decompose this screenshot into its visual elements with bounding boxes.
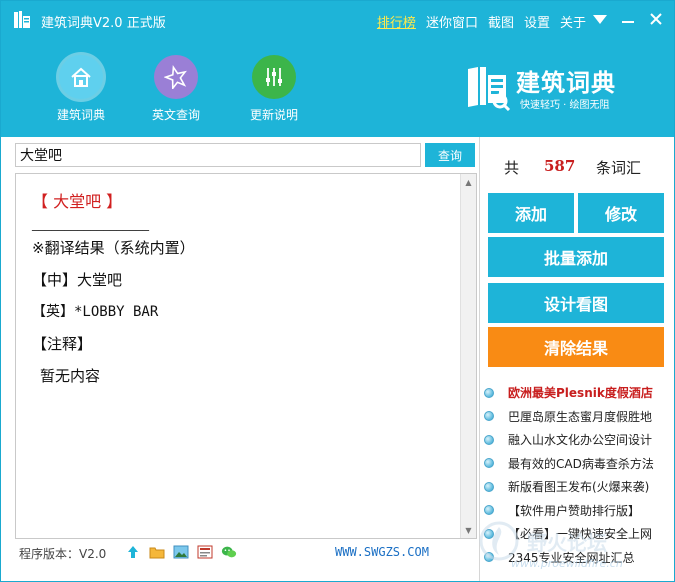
status-bar: 程序版本：V2.0 WWW.SWGZS.COM [15,542,477,564]
result-english-line: 【英】*LOBBY BAR [32,304,159,320]
about-link[interactable]: 关于 [560,12,586,31]
settings-link[interactable]: 设置 [524,12,550,31]
toolbar-dictionary-label: 建筑词典 [56,108,105,122]
window-controls [590,9,666,29]
result-note-label: 【注释】 [32,335,93,353]
title-links: 排行榜 迷你窗口 截图 设置 关于 [377,12,586,31]
version-label: 程序版本：V2.0 [19,547,107,561]
star-icon [154,55,198,99]
mini-window-link[interactable]: 迷你窗口 [426,12,478,31]
add-button[interactable]: 添加 [488,193,574,233]
right-panel: 共 587 条词汇 添加 修改 批量添加 设计看图 清除结果 欧洲最美Plesn… [479,137,674,581]
bullet-icon [484,387,494,398]
result-scrollbar[interactable]: ▲ ▼ [460,174,476,538]
bullet-icon [484,434,494,445]
promo-item[interactable]: 最有效的CAD病毒查杀方法 [484,452,674,476]
search-input[interactable] [15,143,421,167]
result-section-title: ※翻译结果（系统内置） [32,239,195,257]
bullet-icon [484,552,494,563]
edit-button[interactable]: 修改 [578,193,664,233]
bullet-icon [484,505,494,516]
minimize-icon [622,21,634,23]
promo-item[interactable]: 欧洲最美Plesnik度假酒店 [484,381,674,405]
minimize-button[interactable] [618,9,638,29]
screenshot-link[interactable]: 截图 [488,12,514,31]
bullet-icon [484,411,494,422]
result-chinese-line: 【中】大堂吧 [32,271,123,289]
promo-item[interactable]: 【必看】一键快速安全上网 [484,522,674,546]
bullet-icon [484,528,494,539]
brand-logo: 建筑词典 快速轻巧 · 绘图无阻 [464,63,634,115]
folder-icon[interactable] [149,544,165,560]
result-pane: 【 大堂吧 】 __________________ ※翻译结果（系统内置） 【… [15,173,477,539]
dropdown-menu-button[interactable] [590,9,610,29]
triangle-down-icon [593,15,607,24]
brand-slogan: 快速轻巧 · 绘图无阻 [520,100,610,111]
result-heading: 【 大堂吧 】 [32,192,123,211]
document-icon[interactable] [197,544,213,560]
wechat-icon[interactable] [221,544,237,560]
batch-add-button[interactable]: 批量添加 [488,237,664,277]
app-logo-icon [14,11,30,28]
image-icon[interactable] [173,544,189,560]
sliders-icon [252,55,296,99]
ranking-link[interactable]: 排行榜 [377,12,416,31]
title-bar: 建筑词典V2.0 正式版 排行榜 迷你窗口 截图 设置 关于 [1,1,674,39]
arrow-up-icon[interactable] [125,544,141,560]
close-icon [650,13,662,25]
design-view-button[interactable]: 设计看图 [488,283,664,323]
app-window: 建筑词典V2.0 正式版 排行榜 迷你窗口 截图 设置 关于 建筑词典 英文查询… [0,0,675,582]
promo-item[interactable]: 巴厘岛原生态蜜月度假胜地 [484,405,674,429]
home-icon [59,55,103,99]
result-note-text: 暂无内容 [40,367,101,385]
result-divider: __________________ [32,217,149,232]
word-count: 共 587 条词汇 [480,157,674,181]
word-count-prefix: 共 [504,159,520,177]
word-count-number: 587 [544,157,576,175]
promo-item[interactable]: 2345专业安全网址汇总 [484,546,674,570]
website-link[interactable]: WWW.SWGZS.COM [335,545,429,559]
close-button[interactable] [646,9,666,29]
status-icons [125,544,237,560]
toolbar-english-query-label: 英文查询 [151,108,200,122]
promo-item[interactable]: 【软件用户赞助排行版】 [484,499,674,523]
toolbar-english-query-button[interactable]: 英文查询 [141,55,211,123]
main-toolbar: 建筑词典 英文查询 更新说明 建筑词典 快速轻巧 · 绘图无阻 [1,39,674,137]
scroll-down-icon[interactable]: ▼ [461,522,476,538]
window-title: 建筑词典V2.0 正式版 [41,16,166,31]
search-row: 查询 [15,143,477,169]
promo-item[interactable]: 新版看图王发布(火爆来袭) [484,475,674,499]
clear-results-button[interactable]: 清除结果 [488,327,664,367]
toolbar-update-notes-button[interactable]: 更新说明 [239,55,309,123]
promo-list: 欧洲最美Plesnik度假酒店 巴厘岛原生态蜜月度假胜地 融入山水文化办公空间设… [484,381,674,569]
brand-book-icon [468,67,511,111]
brand-name: 建筑词典 [516,69,616,97]
promo-item[interactable]: 融入山水文化办公空间设计 [484,428,674,452]
toolbar-dictionary-button[interactable]: 建筑词典 [46,55,116,123]
result-content: 【 大堂吧 】 __________________ ※翻译结果（系统内置） 【… [32,188,452,392]
bullet-icon [484,458,494,469]
bullet-icon [484,481,494,492]
scroll-up-icon[interactable]: ▲ [461,174,476,190]
word-count-suffix: 条词汇 [596,159,642,177]
toolbar-update-notes-label: 更新说明 [249,108,298,122]
search-button[interactable]: 查询 [425,143,475,167]
